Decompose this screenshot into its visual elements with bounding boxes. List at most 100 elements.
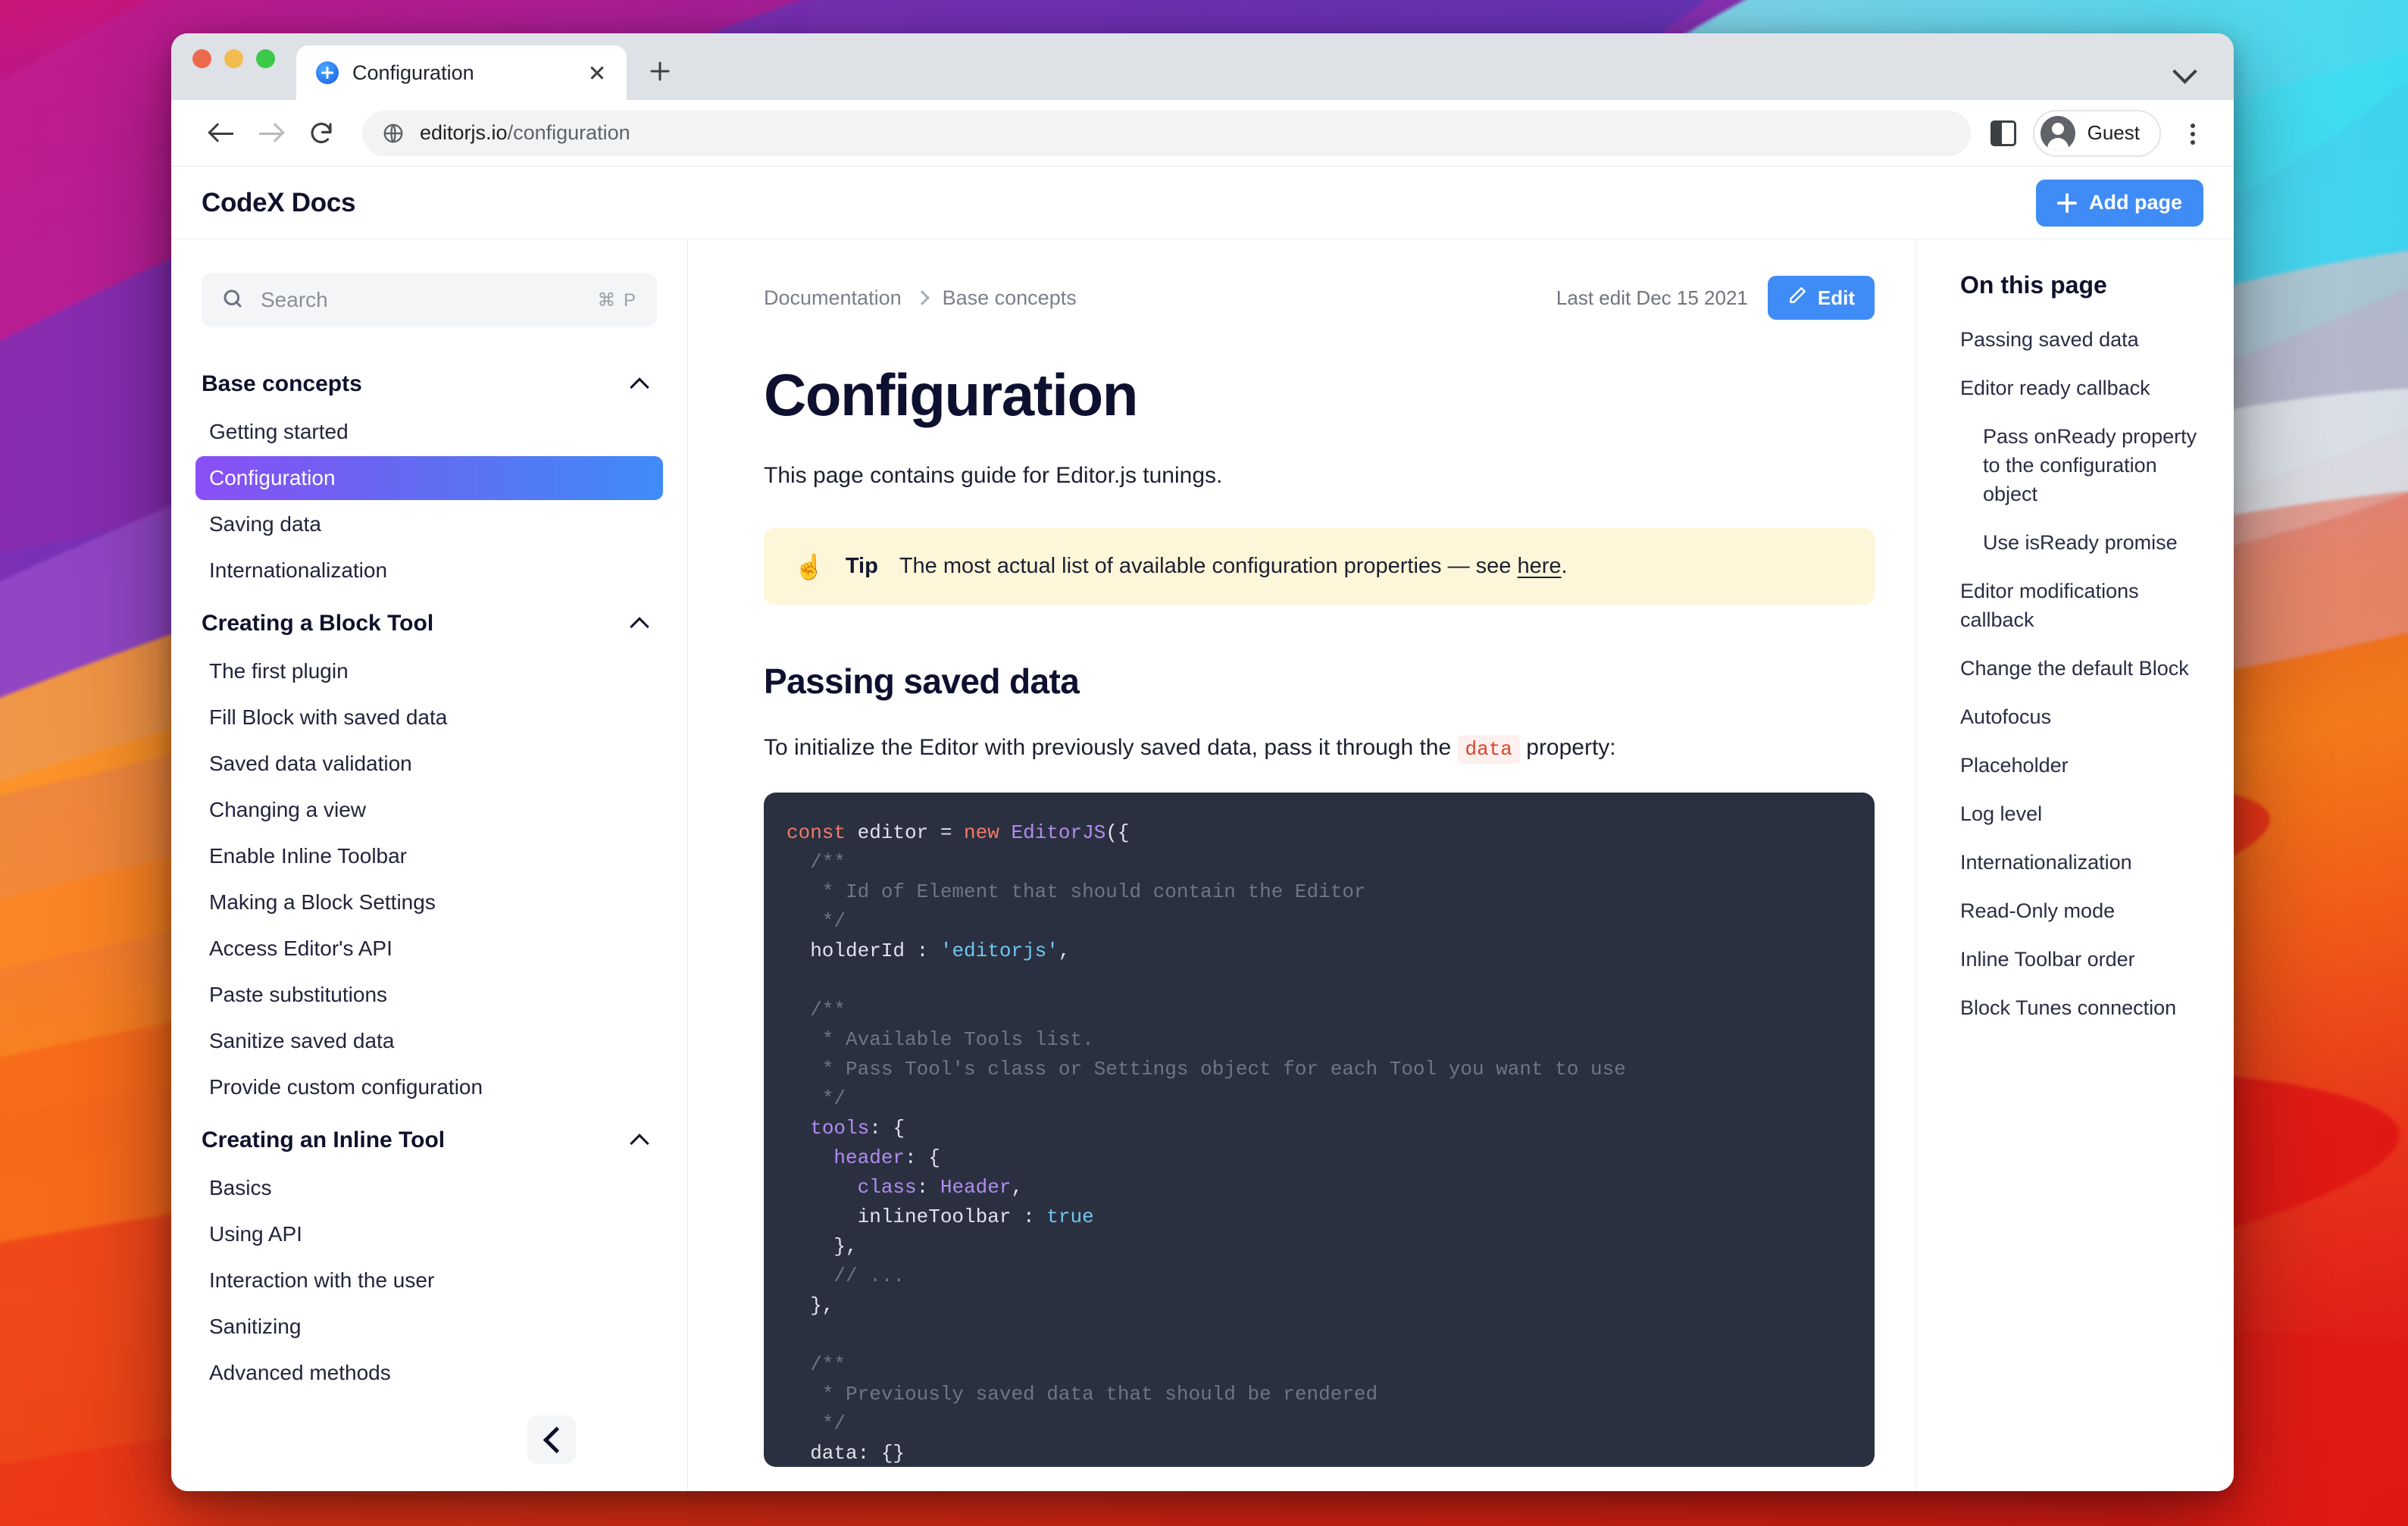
sidebar: Search ⌘ P Base concepts Getting started C… — [171, 239, 688, 1491]
sidebar-item[interactable]: Using API — [195, 1212, 663, 1256]
paragraph-after: property: — [1519, 735, 1616, 760]
side-panel-icon[interactable] — [1990, 120, 2016, 146]
sidebar-item[interactable]: Sanitizing — [195, 1305, 663, 1349]
toc-item[interactable]: Internationalization — [1960, 848, 2206, 877]
tab-strip: Configuration — [171, 33, 2234, 100]
sidebar-item[interactable]: Making a Block Settings — [195, 880, 663, 924]
sidebar-item[interactable]: Saving data — [195, 502, 663, 546]
chevron-up-icon[interactable] — [631, 375, 649, 393]
search-input[interactable]: Search ⌘ P — [202, 273, 657, 327]
sidebar-item[interactable]: Getting started — [195, 410, 663, 454]
sidebar-item[interactable]: Enable Inline Toolbar — [195, 834, 663, 878]
chevron-up-icon[interactable] — [631, 1131, 649, 1149]
page-title: Configuration — [764, 361, 1138, 428]
browser-tab[interactable]: Configuration — [296, 45, 627, 100]
code-line: }, — [810, 1294, 834, 1317]
sidebar-group-title: Creating an Inline Tool — [202, 1127, 446, 1152]
tab-title: Configuration — [352, 61, 474, 84]
code-line: tools: { — [810, 1117, 905, 1140]
toc-item[interactable]: Inline Toolbar order — [1960, 945, 2206, 974]
sidebar-group-title: Creating a Block Tool — [202, 611, 434, 636]
new-tab-button[interactable] — [643, 55, 677, 88]
code-line: * Pass Tool's class or Settings object f… — [787, 1058, 1626, 1080]
collapse-sidebar-button[interactable] — [527, 1415, 576, 1464]
close-tab-icon[interactable] — [584, 60, 610, 86]
sidebar-group: Creating a Block Tool The first plugin Fil… — [202, 600, 657, 1109]
plus-icon — [2057, 193, 2077, 213]
add-page-label: Add page — [2088, 191, 2182, 214]
code-line: /** — [787, 1353, 846, 1376]
inline-code: data — [1457, 735, 1520, 764]
sidebar-group-title: Base concepts — [202, 371, 362, 396]
sidebar-group-header[interactable]: Creating a Block Tool — [202, 600, 657, 647]
code-line: * Available Tools list. — [787, 1028, 1094, 1051]
breadcrumb-root[interactable]: Documentation — [764, 286, 902, 310]
close-window-button[interactable] — [192, 48, 211, 68]
back-button[interactable] — [197, 109, 245, 158]
code-line: */ — [787, 1412, 846, 1435]
code-line: /** — [787, 999, 846, 1021]
sidebar-item[interactable]: Changing a view — [195, 788, 663, 832]
toc-item[interactable]: Use isReady promise — [1960, 528, 2206, 557]
sidebar-group: Creating an Inline Tool Basics Using API In… — [202, 1117, 657, 1395]
toc-item[interactable]: Autofocus — [1960, 702, 2206, 731]
toc-item[interactable]: Read-Only mode — [1960, 896, 2206, 925]
code-line: holderId : 'editorjs', — [787, 940, 1071, 962]
code-line: */ — [787, 1087, 846, 1110]
omnibar-actions: Guest — [1990, 109, 2208, 157]
sidebar-item[interactable]: Sanitize saved data — [195, 1019, 663, 1063]
content-toolbar: Documentation Base concepts Last edit De… — [764, 273, 1875, 323]
add-page-button[interactable]: Add page — [2035, 179, 2203, 227]
chevron-down-icon[interactable] — [2172, 56, 2199, 83]
url-path: /configuration — [507, 121, 630, 144]
toc-item[interactable]: Placeholder — [1960, 751, 2206, 780]
sidebar-group-header[interactable]: Base concepts — [202, 361, 657, 408]
chevron-up-icon[interactable] — [631, 614, 649, 633]
edit-label: Edit — [1817, 286, 1855, 309]
sidebar-item[interactable]: Configuration — [195, 456, 663, 500]
sidebar-item[interactable]: Provide custom configuration — [195, 1065, 663, 1109]
content-actions: Last edit Dec 15 2021 Edit — [1556, 276, 1875, 320]
minimize-window-button[interactable] — [224, 48, 243, 68]
toc-item[interactable]: Passing saved data — [1960, 325, 2206, 354]
breadcrumb: Documentation Base concepts — [764, 286, 1077, 310]
sidebar-item[interactable]: Fill Block with saved data — [195, 696, 663, 740]
tip-text-after: . — [1561, 554, 1568, 578]
code-line: }, — [833, 1235, 858, 1258]
forward-button[interactable] — [245, 109, 294, 158]
sidebar-item[interactable]: Saved data validation — [195, 742, 663, 786]
toc-item[interactable]: Pass onReady property to the configurati… — [1960, 422, 2206, 508]
sidebar-group-header[interactable]: Creating an Inline Tool — [202, 1117, 657, 1164]
reload-button[interactable] — [297, 109, 346, 158]
page-lead: This page contains guide for Editor.js t… — [764, 463, 1223, 488]
search-icon — [221, 287, 244, 314]
code-line: data: {} — [787, 1442, 905, 1465]
toc-item[interactable]: Editor modifications callback — [1960, 577, 2206, 634]
edit-button[interactable]: Edit — [1767, 276, 1875, 320]
toc-item[interactable]: Block Tunes connection — [1960, 993, 2206, 1022]
breadcrumb-current[interactable]: Base concepts — [943, 286, 1077, 310]
browser-menu-icon[interactable] — [2178, 118, 2208, 149]
url-text: editorjs.io/configuration — [420, 121, 630, 145]
sidebar-item[interactable]: Internationalization — [195, 549, 663, 593]
sidebar-item[interactable]: Interaction with the user — [195, 1259, 663, 1302]
sidebar-item[interactable]: The first plugin — [195, 649, 663, 693]
chevron-right-icon — [914, 290, 930, 305]
toc-item[interactable]: Change the default Block — [1960, 654, 2206, 683]
toc-item[interactable]: Log level — [1960, 799, 2206, 828]
maximize-window-button[interactable] — [256, 48, 275, 68]
sidebar-item[interactable]: Paste substitutions — [195, 973, 663, 1017]
tip-link[interactable]: here — [1517, 554, 1561, 578]
code-line: * Previously saved data that should be r… — [787, 1383, 1378, 1406]
sidebar-group: Base concepts Getting started Configuratio… — [195, 361, 663, 593]
browser-window: Configuration editorjs.io/configuration — [171, 33, 2234, 1491]
url-input[interactable]: editorjs.io/configuration — [362, 110, 1971, 156]
code-line: // ... — [787, 1265, 905, 1287]
sidebar-item[interactable]: Advanced methods — [195, 1351, 663, 1395]
sidebar-item[interactable]: Basics — [195, 1166, 663, 1210]
profile-button[interactable]: Guest — [2032, 109, 2161, 157]
section-paragraph: To initialize the Editor with previously… — [764, 735, 1875, 764]
toc-item[interactable]: Editor ready callback — [1960, 374, 2206, 402]
toc-title: On this page — [1960, 271, 2107, 299]
sidebar-item[interactable]: Access Editor's API — [195, 927, 663, 971]
